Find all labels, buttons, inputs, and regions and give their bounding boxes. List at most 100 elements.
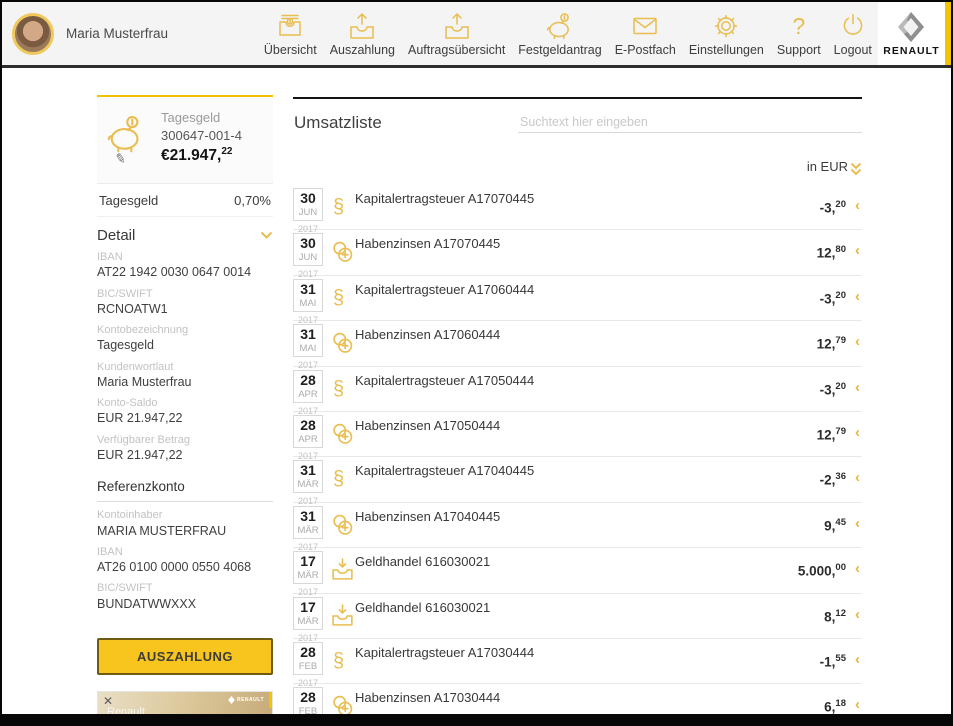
field-label: BIC/SWIFT (97, 287, 273, 301)
interest-rate-row: Tagesgeld 0,70% (97, 184, 273, 217)
nav-item-logout[interactable]: Logout (834, 11, 872, 57)
nav-item-support[interactable]: ? Support (777, 11, 821, 57)
transaction-title: Geldhandel 616030021 (355, 600, 490, 615)
chevron-left-icon[interactable]: ‹ (855, 242, 860, 259)
chevron-left-icon[interactable]: ‹ (855, 288, 860, 305)
tray-arrow-down-icon (330, 557, 355, 587)
renault-diamond-icon (228, 696, 235, 704)
nav-item-uebersicht[interactable]: Übersicht (264, 11, 317, 57)
paragraph-icon: § (333, 466, 344, 492)
date-badge: 30 JUN (293, 233, 323, 266)
chevron-left-icon[interactable]: ‹ (855, 606, 860, 623)
date-month: JUN (294, 252, 322, 263)
rate-label: Tagesgeld (99, 193, 158, 208)
date-month: MÄR (294, 479, 322, 490)
date-month: MÄR (294, 525, 322, 536)
date-day: 17 (294, 599, 322, 616)
currency-row: in EUR (293, 159, 862, 181)
power-icon (838, 11, 868, 41)
cash-drawer-icon (275, 11, 305, 41)
transaction-row[interactable]: 28 FEB 2017 § Habenzinsen A17030444 6,18… (293, 684, 862, 714)
chevron-left-icon[interactable]: ‹ (855, 651, 860, 668)
app-window: Maria Musterfrau Übersicht Auszahlung Au… (2, 2, 951, 714)
close-icon[interactable]: ✕ (103, 694, 113, 708)
detail-section: Detail IBAN AT22 1942 0030 0647 0014 BIC… (97, 217, 273, 463)
transaction-amount: 12,79 (817, 335, 846, 352)
transaction-row[interactable]: 31 MAI 2017 § Kapitalertragsteuer A17060… (293, 276, 862, 321)
nav-item-epostfach[interactable]: E-Postfach (615, 11, 676, 57)
chevron-left-icon[interactable]: ‹ (855, 333, 860, 350)
transaction-title: Kapitalertragsteuer A17060444 (355, 282, 534, 297)
ad-accent-bar (269, 692, 272, 708)
field-label: IBAN (97, 250, 273, 264)
transaction-row[interactable]: 17 MÄR 2017 § Geldhandel 616030021 5.000… (293, 548, 862, 593)
field-label: BIC/SWIFT (97, 581, 273, 595)
field-value: EUR 21.947,22 (97, 447, 273, 463)
renault-logo[interactable]: RENAULT (878, 2, 945, 65)
date-day: 28 (294, 644, 322, 661)
edit-pencil-icon[interactable]: ✎ (113, 150, 127, 168)
chevron-left-icon[interactable]: ‹ (855, 696, 860, 713)
account-balance: €21.947,22 (161, 144, 265, 167)
transaction-row[interactable]: 28 APR 2017 § Habenzinsen A17050444 12,7… (293, 412, 862, 457)
nav-item-auszahlung[interactable]: Auszahlung (330, 11, 395, 57)
chevron-left-icon[interactable]: ‹ (855, 469, 860, 486)
date-month: MAI (294, 298, 322, 309)
date-badge: 28 APR (293, 415, 323, 448)
payout-button[interactable]: AUSZAHLUNG (97, 638, 273, 675)
transaction-row[interactable]: 31 MÄR 2017 § Habenzinsen A17040445 9,45… (293, 503, 862, 548)
date-month: MÄR (294, 570, 322, 581)
chevron-left-icon[interactable]: ‹ (855, 197, 860, 214)
date-badge: 31 MAI (293, 279, 323, 312)
transaction-row[interactable]: 31 MAI 2017 § Habenzinsen A17060444 12,7… (293, 321, 862, 366)
field-value: Maria Musterfrau (97, 374, 273, 390)
piggy-bank-icon (545, 11, 575, 41)
chevron-left-icon[interactable]: ‹ (855, 379, 860, 396)
transaction-title: Kapitalertragsteuer A17070445 (355, 191, 534, 206)
nav-item-auftragsuebersicht[interactable]: Auftragsübersicht (408, 11, 505, 57)
transaction-amount: 12,80 (817, 244, 846, 261)
transaction-title: Habenzinsen A17060444 (355, 327, 500, 342)
coins-icon (330, 693, 356, 714)
nav-item-festgeldantrag[interactable]: Festgeldantrag (518, 11, 601, 57)
paragraph-icon: § (333, 194, 344, 220)
chevron-left-icon[interactable]: ‹ (855, 560, 860, 577)
field: Kundenwortlaut Maria Musterfrau (97, 360, 273, 391)
account-type: Tagesgeld (161, 109, 265, 127)
transaction-amount: -3,20 (820, 290, 846, 307)
transaction-row[interactable]: 31 MÄR 2017 § Kapitalertragsteuer A17040… (293, 457, 862, 502)
transaction-row[interactable]: 30 JUN 2017 § Habenzinsen A17070445 12,8… (293, 230, 862, 275)
detail-header[interactable]: Detail (97, 227, 273, 244)
koleos-ad-banner[interactable]: ✕ Renault KOLEOS Crossover by Renault JE… (97, 691, 273, 714)
date-badge: 17 MÄR (293, 597, 323, 630)
field-value: MARIA MUSTERFRAU (97, 523, 273, 539)
transaction-amount: 8,12 (824, 608, 846, 625)
nav-item-einstellungen[interactable]: Einstellungen (689, 11, 764, 57)
reference-fields: Kontoinhaber MARIA MUSTERFRAU IBAN AT26 … (97, 508, 273, 612)
field-label: Konto-Saldo (97, 396, 273, 410)
chevron-left-icon[interactable]: ‹ (855, 424, 860, 441)
search-input[interactable] (518, 112, 862, 133)
date-month: MAI (294, 343, 322, 354)
date-month: FEB (294, 706, 322, 714)
account-card[interactable]: ✎ Tagesgeld 300647-001-4 €21.947,22 (97, 95, 273, 184)
user-block: Maria Musterfrau (2, 2, 264, 65)
field-label: Kontobezeichnung (97, 323, 273, 337)
transaction-row[interactable]: 28 APR 2017 § Kapitalertragsteuer A17050… (293, 367, 862, 412)
field-label: Kontoinhaber (97, 508, 273, 522)
field: IBAN AT22 1942 0030 0647 0014 (97, 250, 273, 281)
transaction-amount: -3,20 (820, 381, 846, 398)
transaction-row[interactable]: 30 JUN 2017 § Kapitalertragsteuer A17070… (293, 185, 862, 230)
date-badge: 31 MÄR (293, 506, 323, 539)
transaction-row[interactable]: 28 FEB 2017 § Kapitalertragsteuer A17030… (293, 639, 862, 684)
transaction-row[interactable]: 17 MÄR 2017 § Geldhandel 616030021 8,12 … (293, 594, 862, 639)
field: IBAN AT26 0100 0000 0550 4068 (97, 545, 273, 576)
double-chevron-down-icon[interactable] (850, 162, 862, 176)
date-day: 17 (294, 553, 322, 570)
tray-arrow-up-icon (442, 11, 472, 41)
chevron-left-icon[interactable]: ‹ (855, 515, 860, 532)
field-value: BUNDATWWXXX (97, 596, 273, 612)
field-label: Verfügbarer Betrag (97, 433, 273, 447)
transaction-amount: 12,79 (817, 426, 846, 443)
date-day: 30 (294, 190, 322, 207)
